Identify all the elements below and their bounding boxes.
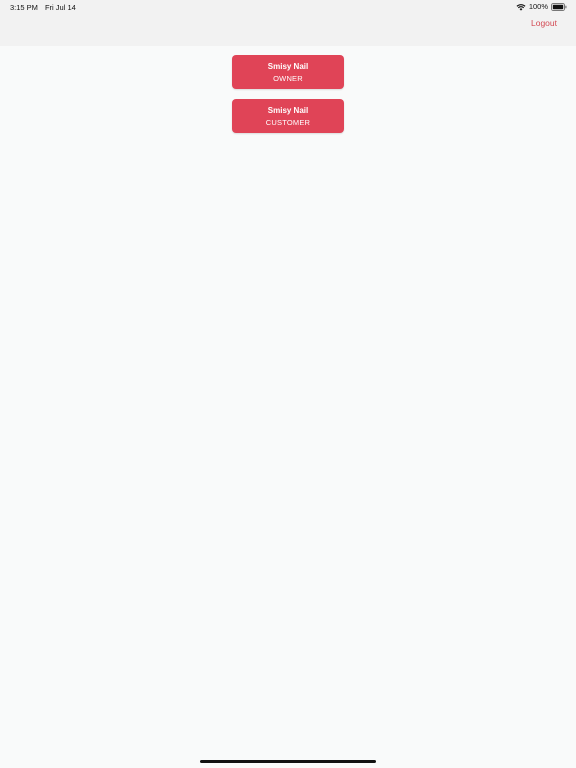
account-card-owner[interactable]: Smisy Nail OWNER <box>232 55 344 89</box>
account-list: Smisy Nail OWNER Smisy Nail CUSTOMER <box>232 55 344 143</box>
navigation-header: 3:15 PM Fri Jul 14 100% Logout <box>0 0 576 46</box>
account-name: Smisy Nail <box>267 106 309 115</box>
status-date: Fri Jul 14 <box>44 3 76 12</box>
status-bar: 3:15 PM Fri Jul 14 100% <box>0 0 576 14</box>
battery-icon <box>551 2 567 11</box>
home-indicator[interactable] <box>200 760 376 763</box>
wifi-icon <box>516 3 526 11</box>
account-name: Smisy Nail <box>267 62 309 71</box>
logout-button[interactable]: Logout <box>531 18 557 28</box>
account-card-customer[interactable]: Smisy Nail CUSTOMER <box>232 99 344 133</box>
status-left: 3:15 PM Fri Jul 14 <box>10 3 76 12</box>
battery-percent: 100% <box>528 2 548 11</box>
account-role: OWNER <box>273 74 303 83</box>
status-right: 100% <box>516 2 567 11</box>
status-time: 3:15 PM <box>10 3 38 12</box>
account-role: CUSTOMER <box>265 118 311 127</box>
